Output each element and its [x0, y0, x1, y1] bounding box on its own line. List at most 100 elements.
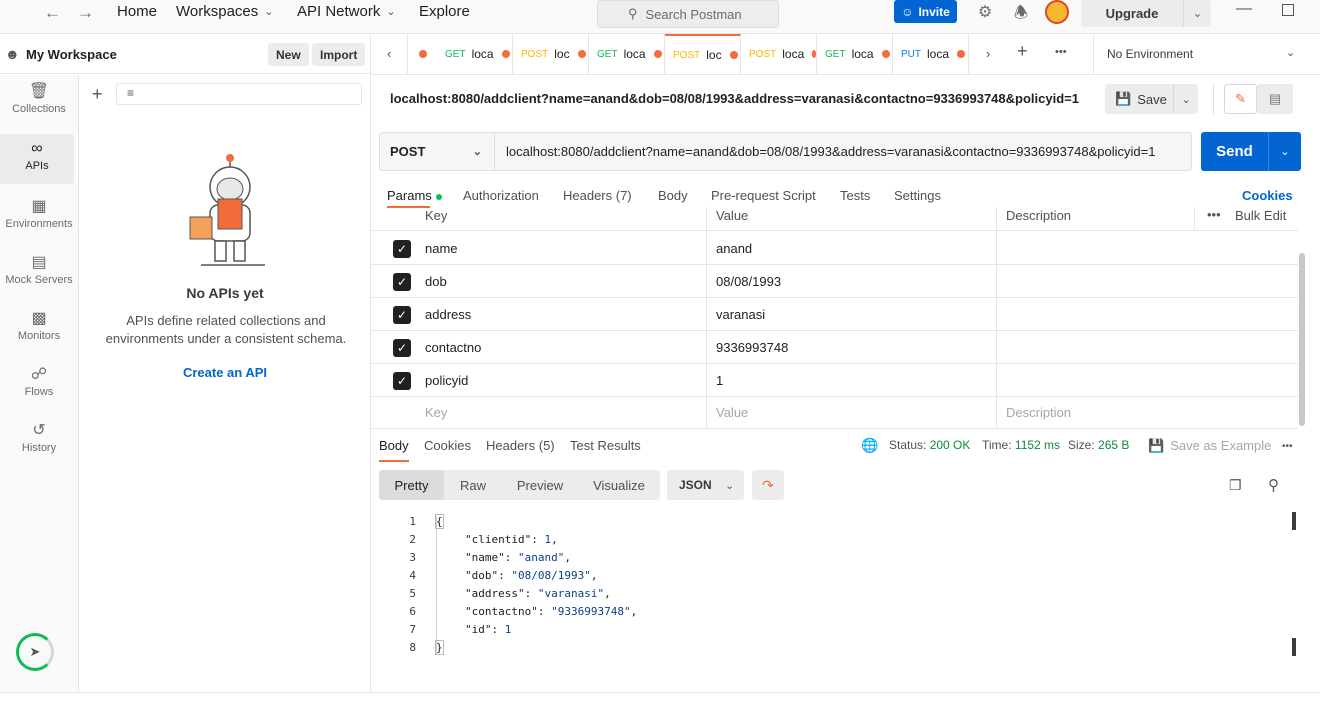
key-placeholder[interactable]: Key — [425, 405, 447, 420]
tab-get-1[interactable]: GET loca — [437, 34, 513, 74]
sidebar-item-history[interactable]: ↺ History — [0, 414, 78, 464]
param-checkbox[interactable]: ✓ — [393, 306, 411, 324]
tab-get-3[interactable]: GET loca — [817, 34, 893, 74]
tab-get-2[interactable]: GET loca — [589, 34, 665, 74]
chevron-down-icon[interactable]: ⌄ — [1268, 132, 1301, 171]
param-key[interactable]: contactno — [425, 340, 481, 355]
response-tab-headers[interactable]: Headers (5) — [486, 438, 555, 453]
avatar[interactable] — [1045, 0, 1069, 24]
tab-pre-request-script[interactable]: Pre-request Script — [711, 188, 816, 203]
tab-headers[interactable]: Headers (7) — [563, 188, 632, 203]
param-value[interactable]: anand — [716, 241, 752, 256]
plus-icon[interactable]: + — [92, 84, 103, 105]
sidebar-item-apis[interactable]: ∞ APIs — [0, 134, 74, 184]
import-button[interactable]: Import — [312, 43, 366, 66]
back-arrow-icon[interactable]: ← — [44, 3, 61, 23]
save-as-example-button[interactable]: 💾 Save as Example — [1148, 438, 1271, 454]
minimize-icon[interactable]: — — [1236, 0, 1252, 18]
send-button[interactable]: Send ⌄ — [1201, 132, 1301, 171]
param-checkbox[interactable]: ✓ — [393, 339, 411, 357]
param-value[interactable]: 1 — [716, 373, 723, 388]
search-icon[interactable]: ⚲ — [1268, 476, 1279, 494]
description-placeholder[interactable]: Description — [1006, 405, 1071, 420]
format-raw[interactable]: Raw — [444, 470, 502, 500]
value-placeholder[interactable]: Value — [716, 405, 748, 420]
tab-post-3[interactable]: POST loca — [741, 34, 817, 74]
url-input[interactable]: localhost:8080/addclient?name=anand&dob=… — [495, 144, 1155, 159]
nav-api-network[interactable]: API Network ⌄ — [297, 3, 396, 20]
param-value[interactable]: varanasi — [716, 307, 765, 322]
response-tab-test-results[interactable]: Test Results — [570, 438, 641, 453]
sidebar-item-flows[interactable]: ☍ Flows — [0, 358, 78, 408]
create-api-link[interactable]: Create an API — [79, 365, 371, 380]
nav-workspaces[interactable]: Workspaces ⌄ — [176, 3, 273, 20]
bell-icon[interactable]: 🕭 — [1011, 2, 1031, 22]
column-header-description: Description — [1006, 208, 1072, 223]
edit-icon[interactable]: ✎ — [1224, 84, 1257, 114]
copy-icon[interactable]: ❐ — [1229, 477, 1242, 494]
param-key[interactable]: policyid — [425, 373, 468, 388]
scrollbar[interactable] — [1292, 512, 1296, 530]
rocket-icon[interactable]: ➤ — [16, 633, 54, 671]
param-key[interactable]: name — [425, 241, 458, 256]
maximize-icon[interactable] — [1282, 4, 1294, 16]
tab-params-label: Params — [387, 188, 432, 203]
more-tabs-icon[interactable]: ••• — [1055, 46, 1067, 58]
new-tab-plus-icon[interactable]: + — [1017, 41, 1028, 62]
tab-authorization[interactable]: Authorization — [463, 188, 539, 203]
tab-settings[interactable]: Settings — [894, 188, 941, 203]
tab-method: POST — [521, 48, 549, 60]
response-tab-body[interactable]: Body — [379, 438, 409, 453]
param-checkbox[interactable]: ✓ — [393, 240, 411, 258]
cookies-link[interactable]: Cookies — [1242, 188, 1293, 203]
bulk-edit-link[interactable]: Bulk Edit — [1235, 208, 1286, 223]
nav-explore[interactable]: Explore — [419, 3, 470, 20]
response-tab-cookies[interactable]: Cookies — [424, 438, 471, 453]
method-select[interactable]: POST ⌄ — [380, 133, 495, 170]
tab-params[interactable]: Params — [387, 188, 442, 203]
chevron-down-icon[interactable]: ⌄ — [1173, 84, 1198, 114]
search-input[interactable]: ⚲ Search Postman — [597, 0, 779, 28]
tab-post-1[interactable]: POST loc — [513, 34, 589, 74]
save-button[interactable]: 💾 Save ⌄ — [1105, 84, 1198, 114]
nav-home[interactable]: Home — [117, 3, 157, 20]
param-key[interactable]: dob — [425, 274, 447, 289]
chevron-left-icon[interactable]: ‹ — [387, 46, 391, 61]
globe-icon[interactable]: 🌐 — [861, 437, 878, 454]
param-key[interactable]: address — [425, 307, 471, 322]
request-title[interactable]: localhost:8080/addclient?name=anand&dob=… — [390, 91, 1079, 106]
format-visualize[interactable]: Visualize — [578, 470, 660, 500]
sidebar-item-mock-servers[interactable]: ▤ Mock Servers — [0, 246, 78, 296]
tab-tests[interactable]: Tests — [840, 188, 870, 203]
gear-icon[interactable]: ⚙ — [975, 2, 995, 22]
format-pretty[interactable]: Pretty — [379, 470, 444, 500]
more-options-icon[interactable]: ••• — [1282, 441, 1293, 452]
param-value[interactable]: 9336993748 — [716, 340, 788, 355]
forward-arrow-icon[interactable]: → — [77, 3, 94, 23]
param-value[interactable]: 08/08/1993 — [716, 274, 781, 289]
invite-button[interactable]: ☺ Invite — [894, 0, 957, 23]
chevron-right-icon[interactable]: › — [986, 46, 990, 61]
comment-icon[interactable]: ▤ — [1257, 84, 1293, 114]
sidebar-item-environments[interactable]: ▦ Environments — [0, 190, 78, 240]
new-button[interactable]: New — [268, 43, 309, 66]
param-checkbox[interactable]: ✓ — [393, 273, 411, 291]
workspace-title[interactable]: My Workspace — [26, 47, 117, 62]
wrap-lines-icon[interactable]: ↷ — [752, 470, 784, 500]
tab-body[interactable]: Body — [658, 188, 688, 203]
upgrade-button[interactable]: Upgrade ⌄ — [1081, 0, 1211, 27]
sidebar-item-monitors[interactable]: ▩ Monitors — [0, 302, 78, 352]
environment-select[interactable]: No Environment — [1107, 47, 1193, 61]
param-checkbox[interactable]: ✓ — [393, 372, 411, 390]
tab-post-active[interactable]: POST loc — [665, 34, 741, 74]
tab-put-1[interactable]: PUT loca — [893, 34, 969, 74]
sidebar-item-collections[interactable]: 🗑 Collections — [0, 75, 78, 125]
format-preview[interactable]: Preview — [502, 470, 578, 500]
chevron-down-icon[interactable]: ⌄ — [1286, 46, 1295, 59]
chevron-down-icon[interactable]: ⌄ — [1183, 0, 1211, 27]
more-options-icon[interactable]: ••• — [1207, 207, 1221, 222]
language-select[interactable]: JSON ⌄ — [667, 470, 744, 500]
scrollbar[interactable] — [1299, 253, 1305, 426]
tab-name: loc — [706, 48, 722, 62]
filter-input[interactable]: ≡ — [116, 83, 362, 105]
